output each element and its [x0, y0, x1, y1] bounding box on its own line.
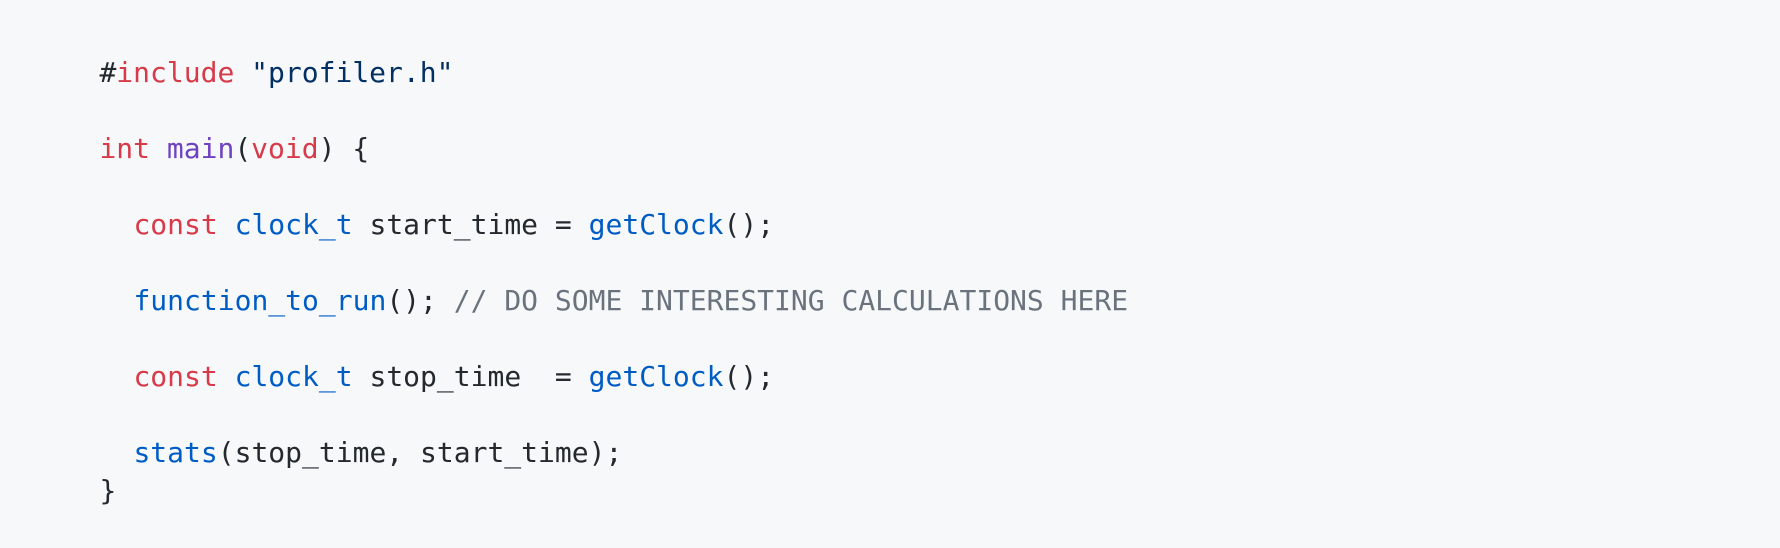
call-parens: ();	[386, 284, 454, 317]
header-string: "profiler.h"	[251, 56, 454, 89]
clock-type: clock_t	[234, 360, 353, 393]
stats-args: (stop_time, start_time);	[217, 436, 623, 469]
void-keyword: void	[251, 132, 319, 165]
const-keyword: const	[133, 208, 218, 241]
code-line-main-signature: int main(void) {	[32, 92, 1780, 165]
code-line-include: #include "profiler.h"	[32, 16, 1780, 89]
code-line-stats: stats(stop_time, start_time);	[32, 396, 1780, 469]
code-block: #include "profiler.h" int main(void) { c…	[0, 0, 1780, 507]
code-comment: // DO SOME INTERESTING CALCULATIONS HERE	[453, 284, 1129, 317]
code-line-function-to-run: function_to_run(); // DO SOME INTERESTIN…	[32, 244, 1780, 317]
start-time-assign: start_time =	[352, 208, 589, 241]
clock-type: clock_t	[234, 208, 353, 241]
getclock-call: getClock	[588, 360, 724, 393]
int-keyword: int	[99, 132, 151, 165]
paren-open: (	[234, 132, 252, 165]
call-parens: ();	[723, 360, 775, 393]
preprocessor-hash: #	[99, 56, 117, 89]
closing-brace: }	[99, 474, 117, 507]
signature-rest: ) {	[318, 132, 370, 165]
code-line-start-time: const clock_t start_time = getClock();	[32, 168, 1780, 241]
function-to-run-call: function_to_run	[133, 284, 387, 317]
stats-call: stats	[133, 436, 218, 469]
code-line-stop-time: const clock_t stop_time = getClock();	[32, 320, 1780, 393]
call-parens: ();	[723, 208, 775, 241]
getclock-call: getClock	[588, 208, 724, 241]
main-function-name: main	[166, 132, 235, 165]
include-keyword: include	[116, 56, 235, 89]
const-keyword: const	[133, 360, 218, 393]
stop-time-assign: stop_time =	[352, 360, 589, 393]
